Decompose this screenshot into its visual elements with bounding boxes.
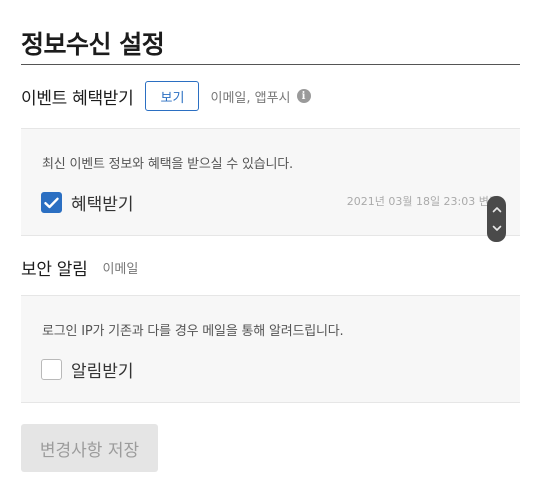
security-description: 로그인 IP가 기존과 다를 경우 메일을 통해 알려드립니다. bbox=[42, 324, 344, 339]
checkmark-icon bbox=[44, 197, 59, 208]
event-section-title: 이벤트 혜택받기 bbox=[21, 88, 134, 109]
view-button[interactable]: 보기 bbox=[145, 81, 200, 111]
security-optin-checkbox[interactable] bbox=[41, 359, 62, 380]
event-description: 최신 이벤트 정보와 혜택을 받으실 수 있습니다. bbox=[42, 157, 293, 172]
security-section-title: 보안 알림 bbox=[21, 260, 88, 280]
event-optin-row[interactable]: 혜택받기 bbox=[41, 190, 134, 215]
security-section-panel: 로그인 IP가 기존과 다를 경우 메일을 통해 알려드립니다. 알림받기 bbox=[21, 295, 520, 403]
event-optin-label[interactable]: 혜택받기 bbox=[71, 190, 134, 215]
event-changed-timestamp: 2021년 03월 18일 23:03 변경 bbox=[346, 195, 499, 208]
title-divider bbox=[21, 64, 520, 65]
save-changes-button[interactable]: 변경사항 저장 bbox=[21, 424, 158, 472]
security-optin-label[interactable]: 알림받기 bbox=[71, 357, 134, 382]
event-section-header: 이벤트 혜택받기 보기 이메일, 앱푸시 i bbox=[21, 81, 311, 111]
info-icon[interactable]: i bbox=[296, 89, 311, 103]
security-channels: 이메일 bbox=[102, 262, 139, 277]
security-optin-row[interactable]: 알림받기 bbox=[41, 357, 134, 382]
security-section-header: 보안 알림 이메일 bbox=[21, 255, 138, 280]
event-channels: 이메일, 앱푸시 bbox=[210, 90, 291, 106]
page-title: 정보수신 설정 bbox=[21, 29, 165, 59]
scroll-stepper[interactable] bbox=[487, 196, 506, 242]
event-section-panel: 최신 이벤트 정보와 혜택을 받으실 수 있습니다. 혜택받기 2021년 03… bbox=[21, 128, 520, 236]
chevron-down-icon[interactable] bbox=[491, 223, 503, 235]
event-optin-checkbox[interactable] bbox=[41, 192, 62, 213]
chevron-up-icon[interactable] bbox=[491, 204, 503, 216]
